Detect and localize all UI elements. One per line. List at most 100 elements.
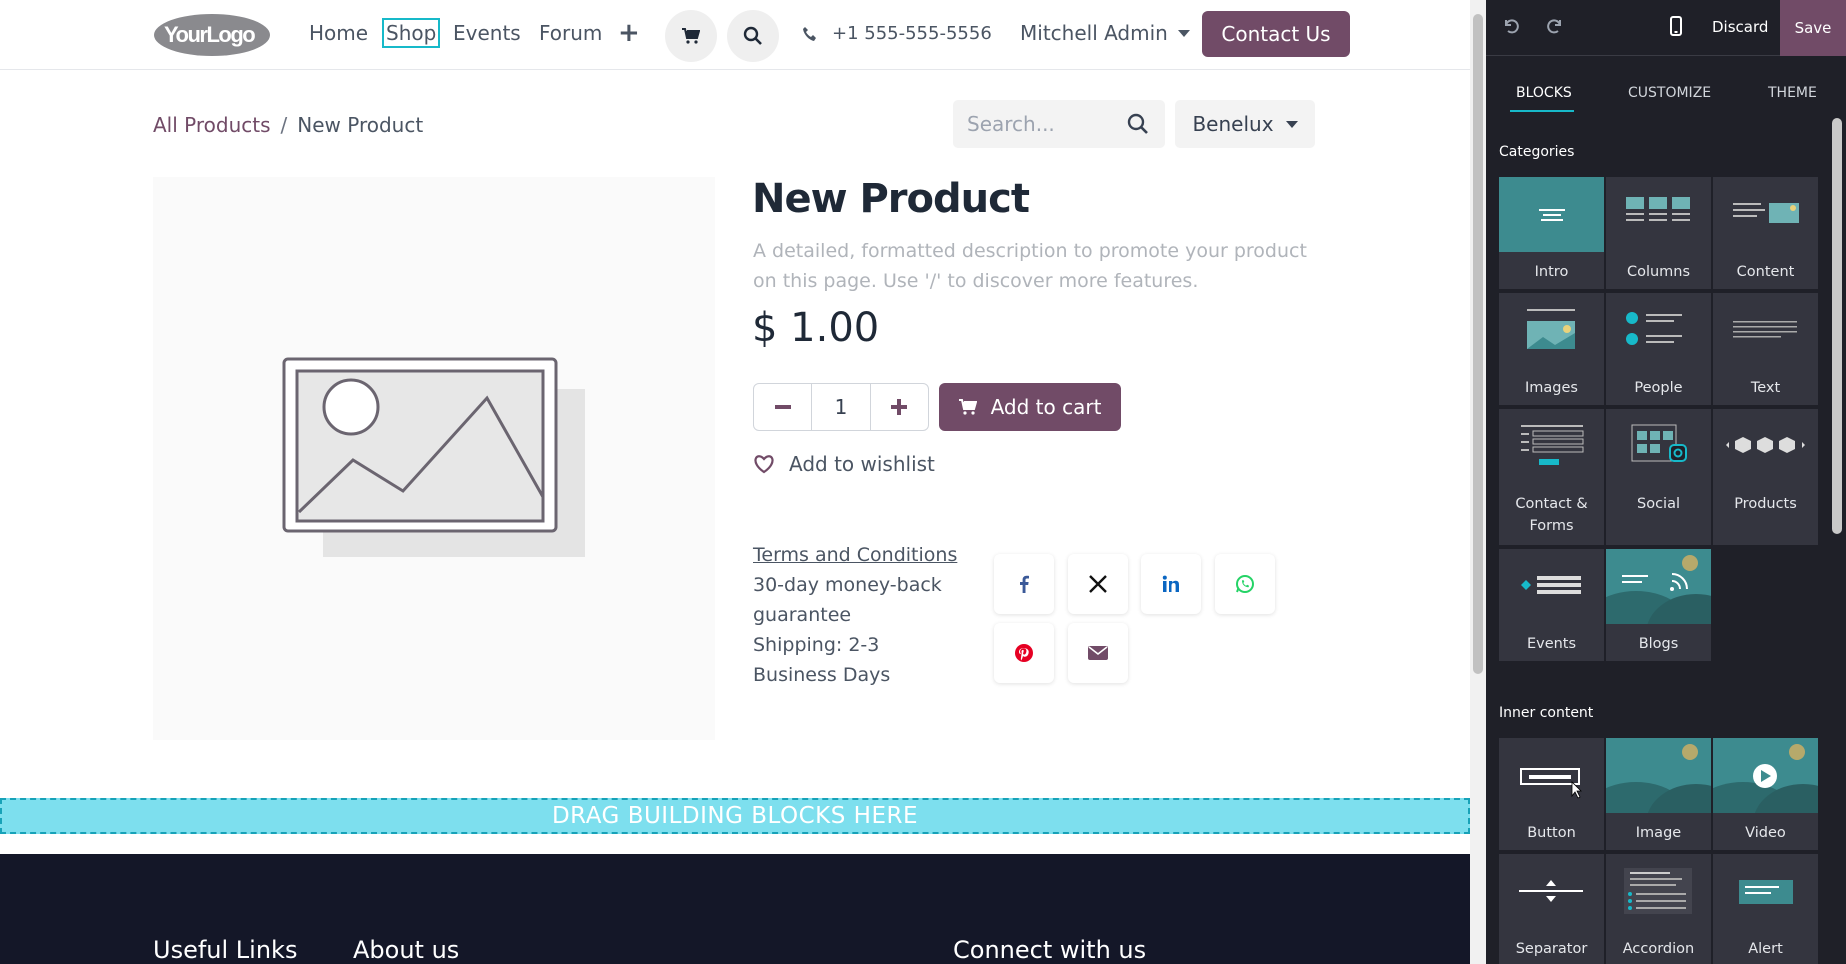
guarantee-text: 30-day money-back guarantee (753, 574, 942, 626)
editor-toolbar: Discard Save (1486, 0, 1846, 56)
products-icon (1726, 437, 1805, 453)
share-x-button[interactable] (1068, 554, 1128, 614)
add-to-cart-button[interactable]: Add to cart (939, 383, 1121, 431)
pricelist-dropdown[interactable]: Benelux (1175, 100, 1315, 148)
video-icon (1713, 738, 1818, 813)
whatsapp-icon (1236, 575, 1254, 593)
block-people[interactable]: People (1606, 293, 1711, 405)
discard-button[interactable]: Discard (1712, 18, 1768, 36)
social-icon (1631, 424, 1687, 462)
editor-panel: Discard Save BLOCKS CUSTOMIZE THEME Cate… (1486, 0, 1846, 964)
share-email-button[interactable] (1068, 623, 1128, 683)
phone-link[interactable]: +1 555-555-5556 (802, 23, 992, 44)
block-social[interactable]: Social (1606, 409, 1711, 545)
categories-heading: Categories (1499, 144, 1575, 160)
content-icon (1733, 203, 1799, 223)
button-icon (1520, 768, 1582, 799)
people-icon (1626, 312, 1682, 345)
accordion-icon (1624, 868, 1692, 914)
add-menu-icon[interactable]: + (618, 18, 640, 48)
search-button[interactable] (727, 10, 779, 62)
search-icon (743, 26, 762, 45)
user-menu[interactable]: Mitchell Admin (1020, 21, 1190, 45)
search-icon[interactable] (1127, 113, 1149, 135)
nav-home[interactable]: Home (309, 21, 368, 45)
share-linkedin-button[interactable] (1141, 554, 1201, 614)
chevron-down-icon (1177, 29, 1190, 37)
block-blogs[interactable]: Blogs (1606, 549, 1711, 661)
block-accordion[interactable]: Accordion (1606, 854, 1711, 964)
contact-us-button[interactable]: Contact Us (1202, 11, 1350, 57)
quantity-stepper: 1 (753, 383, 929, 431)
increase-quantity-button[interactable] (871, 384, 928, 430)
product-title[interactable]: New Product (752, 176, 1030, 222)
footer-connect-heading: Connect with us (953, 936, 1147, 964)
intro-icon (1499, 177, 1604, 252)
share-facebook-button[interactable] (994, 554, 1054, 614)
block-image[interactable]: Image (1606, 738, 1711, 850)
footer-useful-links-heading: Useful Links (153, 936, 298, 964)
redo-icon[interactable] (1546, 17, 1564, 35)
separator-icon (1519, 880, 1583, 902)
share-whatsapp-button[interactable] (1215, 554, 1275, 614)
x-icon (1089, 575, 1107, 593)
heart-icon (754, 455, 774, 474)
save-button[interactable]: Save (1780, 0, 1846, 56)
columns-icon (1626, 197, 1690, 221)
drop-zone[interactable]: DRAG BUILDING BLOCKS HERE (0, 798, 1470, 834)
block-events[interactable]: Events (1499, 549, 1604, 661)
block-button[interactable]: Button (1499, 738, 1604, 850)
editor-panel-scrollbar[interactable] (1832, 118, 1842, 534)
alert-icon (1739, 880, 1793, 904)
add-to-wishlist-link[interactable]: Add to wishlist (753, 452, 935, 476)
block-text[interactable]: Text (1713, 293, 1818, 405)
search-input[interactable] (967, 110, 1107, 138)
blogs-icon (1606, 549, 1711, 624)
product-description[interactable]: A detailed, formatted description to pro… (753, 236, 1313, 296)
linkedin-icon (1162, 575, 1179, 592)
terms-link[interactable]: Terms and Conditions (753, 540, 957, 570)
site-logo[interactable]: YourLogo (152, 12, 272, 58)
tab-blocks[interactable]: BLOCKS (1516, 85, 1572, 101)
site-footer: Useful Links About us Connect with us (0, 854, 1470, 964)
block-video[interactable]: Video (1713, 738, 1818, 850)
quantity-input[interactable]: 1 (811, 384, 871, 430)
decrease-quantity-button[interactable] (754, 384, 811, 430)
phone-icon (803, 26, 816, 41)
block-products[interactable]: Products (1713, 409, 1818, 545)
tab-theme[interactable]: THEME (1768, 85, 1817, 101)
block-content[interactable]: Content (1713, 177, 1818, 289)
product-search (953, 100, 1165, 148)
footer-about-heading: About us (353, 936, 460, 964)
breadcrumb: All Products / New Product (153, 113, 424, 137)
undo-icon[interactable] (1502, 17, 1520, 35)
chevron-down-icon (1285, 120, 1298, 128)
nav-shop[interactable]: Shop (382, 18, 441, 48)
tab-customize[interactable]: CUSTOMIZE (1628, 85, 1711, 101)
mobile-preview-icon[interactable] (1670, 16, 1682, 36)
breadcrumb-current: New Product (297, 113, 424, 137)
product-image[interactable] (153, 177, 715, 740)
block-images[interactable]: Images (1499, 293, 1604, 405)
site-header: YourLogo Home Shop Events Forum + +1 555… (0, 0, 1470, 70)
share-pinterest-button[interactable] (994, 623, 1054, 683)
block-columns[interactable]: Columns (1606, 177, 1711, 289)
cart-icon (958, 399, 977, 415)
nav-events[interactable]: Events (453, 21, 521, 45)
scrollbar-thumb[interactable] (1473, 14, 1483, 674)
nav-forum[interactable]: Forum (539, 21, 602, 45)
breadcrumb-all-products[interactable]: All Products (153, 113, 271, 137)
block-alert[interactable]: Alert (1713, 854, 1818, 964)
form-icon (1521, 425, 1584, 465)
text-icon (1733, 321, 1797, 338)
shipping-text: Shipping: 2-3 Business Days (753, 634, 891, 686)
website-preview: YourLogo Home Shop Events Forum + +1 555… (0, 0, 1470, 964)
block-intro[interactable]: Intro (1499, 177, 1604, 289)
cart-button[interactable] (665, 10, 717, 62)
page-scrollbar[interactable] (1470, 0, 1486, 964)
block-contact-forms[interactable]: Contact & Forms (1499, 409, 1604, 545)
image-icon (1606, 738, 1711, 813)
image-placeholder-icon (282, 357, 585, 557)
block-separator[interactable]: Separator (1499, 854, 1604, 964)
cart-icon (682, 28, 700, 44)
